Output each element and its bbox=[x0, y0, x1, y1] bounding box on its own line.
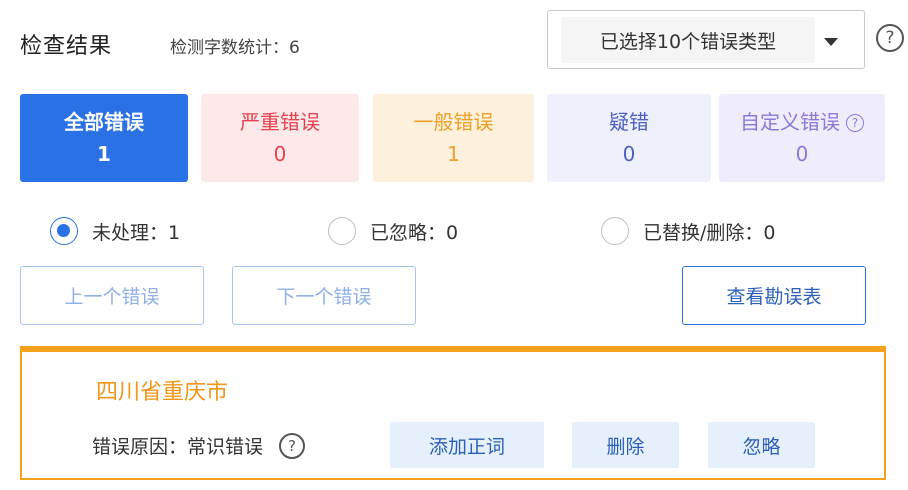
ignore-button[interactable]: 忽略 bbox=[708, 422, 815, 468]
delete-button[interactable]: 删除 bbox=[572, 422, 679, 468]
previous-error-button[interactable]: 上一个错误 bbox=[20, 266, 204, 325]
radio-unselected-icon[interactable] bbox=[328, 217, 356, 245]
status-radio-replaced-deleted[interactable]: 已替换/删除：0 bbox=[601, 214, 776, 248]
category-card-all-errors[interactable]: 全部错误 1 bbox=[20, 94, 188, 182]
word-count-label: 检测字数统计：6 bbox=[170, 38, 300, 58]
category-card-severe-errors[interactable]: 严重错误 0 bbox=[201, 94, 359, 182]
category-label: 自定义错误 bbox=[740, 110, 840, 134]
help-icon[interactable]: ? bbox=[846, 114, 864, 132]
help-icon[interactable]: ? bbox=[279, 432, 306, 459]
page-title: 检查结果 bbox=[20, 34, 113, 59]
add-correct-word-button[interactable]: 添加正词 bbox=[390, 422, 544, 468]
status-radio-label: 未处理：1 bbox=[92, 221, 181, 244]
error-detail-panel: 四川省重庆市 错误原因：常识错误 ? 添加正词 删除 忽略 bbox=[20, 346, 886, 480]
category-card-suspected-errors[interactable]: 疑错 0 bbox=[547, 94, 711, 182]
category-label: 严重错误 bbox=[240, 110, 320, 134]
category-count: 0 bbox=[795, 142, 809, 166]
category-card-general-errors[interactable]: 一般错误 1 bbox=[373, 94, 534, 182]
category-label: 一般错误 bbox=[413, 110, 494, 134]
category-count: 1 bbox=[97, 142, 111, 166]
error-type-select-value: 已选择10个错误类型 bbox=[561, 17, 815, 63]
error-text[interactable]: 四川省重庆市 bbox=[96, 374, 228, 406]
category-label-row: 自定义错误? bbox=[740, 110, 864, 134]
next-error-button[interactable]: 下一个错误 bbox=[232, 266, 416, 325]
status-radio-ignored[interactable]: 已忽略：0 bbox=[328, 214, 458, 248]
status-radio-label: 已替换/删除：0 bbox=[643, 221, 776, 244]
error-reason-label: 错误原因：常识错误 bbox=[92, 436, 264, 458]
category-label: 疑错 bbox=[609, 110, 649, 134]
category-count: 1 bbox=[447, 142, 460, 166]
category-label: 全部错误 bbox=[64, 110, 144, 134]
status-radio-pending[interactable]: 未处理：1 bbox=[50, 214, 180, 248]
category-count: 0 bbox=[273, 142, 287, 166]
radio-unselected-icon[interactable] bbox=[601, 217, 629, 245]
radio-selected-icon[interactable] bbox=[50, 217, 78, 245]
error-reason: 错误原因：常识错误 ? bbox=[92, 432, 306, 459]
category-count: 0 bbox=[622, 142, 636, 166]
help-icon[interactable]: ? bbox=[876, 24, 904, 52]
chevron-down-icon[interactable] bbox=[824, 38, 838, 46]
view-errata-table-button[interactable]: 查看勘误表 bbox=[682, 266, 866, 325]
category-card-custom-errors[interactable]: 自定义错误? 0 bbox=[719, 94, 885, 182]
error-type-select[interactable]: 已选择10个错误类型 bbox=[547, 10, 865, 69]
status-radio-label: 已忽略：0 bbox=[370, 221, 459, 244]
